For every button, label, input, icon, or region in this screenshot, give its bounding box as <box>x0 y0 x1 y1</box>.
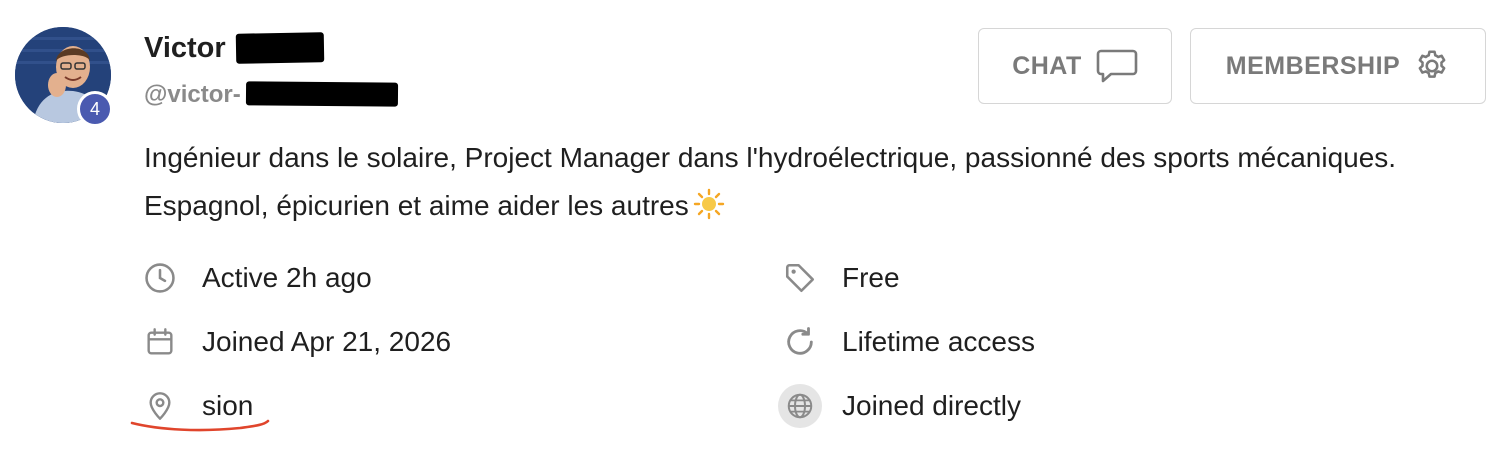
membership-button[interactable]: MEMBERSHIP <box>1190 28 1486 104</box>
gear-icon <box>1414 48 1450 84</box>
meta-joined-text: Joined Apr 21, 2026 <box>202 326 452 357</box>
avatar-container[interactable]: 4 <box>15 27 115 127</box>
meta-active-text: Active 2h ago <box>202 262 372 293</box>
meta-access: Lifetime access <box>784 320 1035 364</box>
profile-bio: Ingénieur dans le solaire, Project Manag… <box>144 134 1444 235</box>
sun-icon <box>693 187 725 235</box>
meta-joined: Joined Apr 21, 2026 <box>144 320 451 364</box>
redaction-handle <box>245 81 399 107</box>
clock-icon <box>138 256 182 300</box>
chat-bubble-icon <box>1096 48 1138 84</box>
chat-button[interactable]: CHAT <box>978 28 1172 104</box>
meta-join-method: Joined directly <box>778 384 1021 428</box>
meta-plan-text: Free <box>842 262 900 293</box>
profile-handle: @victor- <box>144 81 241 108</box>
redaction-name <box>235 32 325 64</box>
tag-icon <box>778 256 822 300</box>
chat-button-label: CHAT <box>1012 51 1082 80</box>
meta-join-method-text: Joined directly <box>842 390 1021 421</box>
bio-text: Ingénieur dans le solaire, Project Manag… <box>144 142 1397 221</box>
meta-access-text: Lifetime access <box>842 326 1035 357</box>
annotation-underline <box>130 419 270 432</box>
globe-icon <box>778 384 822 428</box>
profile-name: Victor <box>144 32 226 64</box>
membership-button-label: MEMBERSHIP <box>1225 51 1401 80</box>
meta-plan: Free <box>784 256 900 300</box>
meta-active: Active 2h ago <box>144 256 372 300</box>
calendar-icon <box>138 320 182 364</box>
refresh-icon <box>778 320 822 364</box>
level-badge: 4 <box>77 91 113 127</box>
